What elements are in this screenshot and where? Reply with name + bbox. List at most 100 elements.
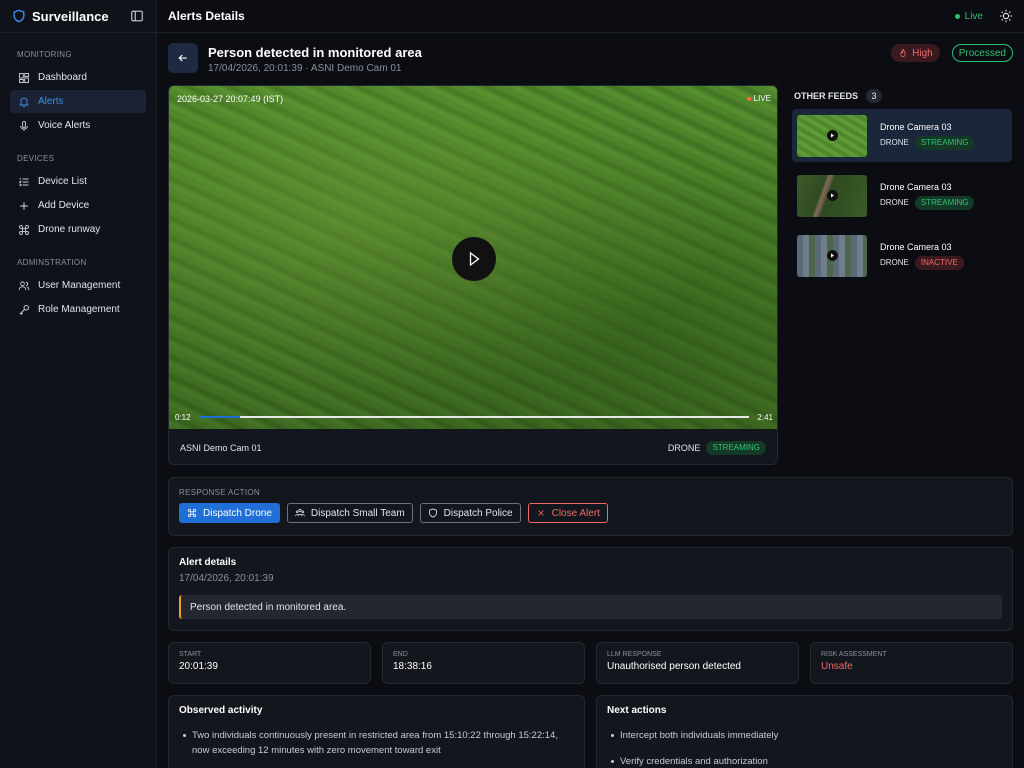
arrow-left-icon xyxy=(178,54,187,62)
alert-details-title: Alert details xyxy=(179,557,237,568)
feed-item[interactable]: Drone Camera 03 DRONE STREAMING xyxy=(792,109,1012,162)
response-action-label: RESPONSE ACTION xyxy=(179,488,260,497)
microphone-icon xyxy=(20,120,28,131)
feed-meta: DRONE INACTIVE xyxy=(880,255,964,270)
nav-section-devices: DEVICES Device List Add Device Drone run… xyxy=(0,154,156,241)
dispatch-police-button[interactable]: Dispatch Police xyxy=(419,503,521,523)
key-icon xyxy=(19,304,29,315)
alert-header: Person detected in monitored area 17/04/… xyxy=(168,43,1013,83)
feed-type: DRONE xyxy=(880,198,909,207)
back-button[interactable] xyxy=(168,43,198,73)
progress-track[interactable] xyxy=(198,416,750,418)
other-feeds: OTHER FEEDS 3 Drone Camera 03 DRONE STREA… xyxy=(792,85,1012,465)
feed-thumbnail xyxy=(797,234,867,277)
feed-meta: DRONE STREAMING xyxy=(880,135,975,150)
nav-heading-administration: ADMINSTRATION xyxy=(17,258,87,267)
stat-value: 18:38:16 xyxy=(393,661,432,672)
alert-details-note: Person detected in monitored area. xyxy=(179,595,1002,619)
drone-icon xyxy=(19,224,29,235)
dispatch-team-button[interactable]: Dispatch Small Team xyxy=(286,503,413,523)
dispatch-drone-button[interactable]: Dispatch Drone xyxy=(179,503,280,523)
stat-value: Unauthorised person detected xyxy=(607,661,741,672)
sun-icon[interactable] xyxy=(999,9,1013,23)
list-item: Verify credentials and authorization xyxy=(607,754,1002,768)
button-label: Dispatch Drone xyxy=(203,507,272,519)
nav-heading-devices: DEVICES xyxy=(17,154,55,163)
live-dot xyxy=(746,96,751,101)
video-player[interactable]: 2026-03-27 20:07:49 (IST) LIVE 0:12 2:41 xyxy=(169,86,777,429)
stream-status-badge: STREAMING xyxy=(706,440,766,455)
sidebar-item-device-list[interactable]: Device List xyxy=(10,170,146,193)
feed-type: DRONE xyxy=(880,138,909,147)
users-icon xyxy=(18,280,30,290)
feed-info: Drone Camera 03 DRONE STREAMING xyxy=(880,182,975,210)
main: Alerts Details Live Person detected in m… xyxy=(157,0,1024,768)
sidebar-collapse-icon[interactable] xyxy=(130,9,144,23)
response-actions: Dispatch Drone Dispatch Small Team Dispa… xyxy=(179,503,1002,523)
stat-value: 20:01:39 xyxy=(179,661,218,672)
sidebar: Surveillance MONITORING Dashboard Alerts… xyxy=(0,0,157,768)
device-type: DRONE xyxy=(667,442,701,453)
video-card: 2026-03-27 20:07:49 (IST) LIVE 0:12 2:41… xyxy=(168,85,778,465)
feed-item[interactable]: Drone Camera 03 DRONE INACTIVE xyxy=(792,229,1012,282)
feed-status-badge: INACTIVE xyxy=(914,255,964,270)
sidebar-item-add-device[interactable]: Add Device xyxy=(10,194,146,217)
button-label: Dispatch Police xyxy=(443,507,513,519)
button-label: Close Alert xyxy=(551,507,600,519)
flame-icon xyxy=(900,48,906,58)
drone-icon xyxy=(187,508,197,518)
sidebar-item-user-management[interactable]: User Management xyxy=(10,274,146,297)
response-action-panel: RESPONSE ACTION Dispatch Drone Dispatch … xyxy=(168,477,1013,536)
next-actions-panel: Next actions Intercept both individuals … xyxy=(596,695,1013,768)
feed-name: Drone Camera 03 xyxy=(880,241,952,252)
shield-logo-icon xyxy=(13,9,25,23)
sidebar-item-drone-runway[interactable]: Drone runway xyxy=(10,218,146,241)
list-item: Two individuals continuously present in … xyxy=(179,728,574,758)
live-label: Live xyxy=(964,10,983,22)
sidebar-item-label: Device List xyxy=(38,176,87,187)
feed-status-badge: STREAMING xyxy=(914,195,975,210)
sidebar-item-alerts[interactable]: Alerts xyxy=(10,90,146,113)
stat-start: START 20:01:39 xyxy=(168,642,371,684)
sidebar-item-label: Voice Alerts xyxy=(38,120,91,131)
sidebar-item-voice-alerts[interactable]: Voice Alerts xyxy=(10,114,146,137)
sidebar-item-label: Dashboard xyxy=(38,72,87,83)
stat-risk-assessment: RISK ASSESSMENT Unsafe xyxy=(810,642,1013,684)
stat-label: END xyxy=(393,651,408,658)
stats-row: START 20:01:39 END 18:38:16 LLM RESPONSE… xyxy=(168,642,1013,684)
alert-details-date: 17/04/2026, 20:01:39 xyxy=(179,573,274,584)
stat-llm-response: LLM RESPONSE Unauthorised person detecte… xyxy=(596,642,799,684)
status-badge: Processed xyxy=(951,44,1013,62)
feed-meta: DRONE STREAMING xyxy=(880,195,975,210)
stat-value: Unsafe xyxy=(821,661,853,672)
sidebar-item-label: User Management xyxy=(38,280,121,291)
media-row: 2026-03-27 20:07:49 (IST) LIVE 0:12 2:41… xyxy=(168,85,1013,465)
feed-thumbnail xyxy=(797,114,867,157)
team-icon xyxy=(295,508,305,517)
shield-icon xyxy=(428,508,437,518)
time-total: 2:41 xyxy=(757,412,773,422)
nav-section-monitoring: MONITORING Dashboard Alerts Voice Alerts xyxy=(0,50,156,137)
lists-row: Observed activity Two individuals contin… xyxy=(168,695,1013,768)
video-footer: ASNI Demo Cam 01 DRONE STREAMING xyxy=(169,429,777,464)
bell-icon xyxy=(19,97,29,107)
stat-label: LLM RESPONSE xyxy=(607,651,662,658)
feed-item[interactable]: Drone Camera 03 DRONE STREAMING xyxy=(792,169,1012,222)
feed-info: Drone Camera 03 DRONE STREAMING xyxy=(880,121,975,150)
list-item: Intercept both individuals immediately xyxy=(607,728,1002,743)
alert-title: Person detected in monitored area xyxy=(208,45,422,60)
close-icon xyxy=(537,510,544,516)
sidebar-item-role-management[interactable]: Role Management xyxy=(10,298,146,321)
close-alert-button[interactable]: Close Alert xyxy=(527,503,608,523)
video-scrubber[interactable]: 0:12 2:41 xyxy=(175,411,773,423)
list-icon xyxy=(18,177,29,186)
play-icon xyxy=(469,251,480,267)
feed-name: Drone Camera 03 xyxy=(880,121,952,132)
sidebar-item-dashboard[interactable]: Dashboard xyxy=(10,66,146,89)
observed-activity-title: Observed activity xyxy=(179,705,263,716)
feed-type: DRONE xyxy=(880,258,909,267)
play-icon xyxy=(827,129,838,141)
play-button[interactable] xyxy=(452,237,496,281)
next-actions-title: Next actions xyxy=(607,705,667,716)
nav-section-administration: ADMINSTRATION User Management Role Manag… xyxy=(0,258,156,321)
